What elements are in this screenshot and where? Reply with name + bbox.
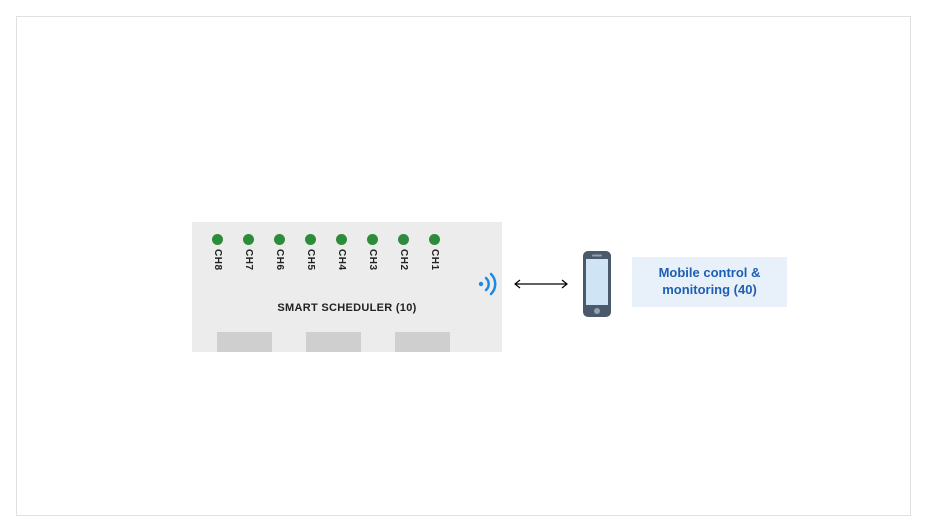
- led-icon: [398, 234, 409, 245]
- channel: CH6: [274, 234, 285, 271]
- led-icon: [212, 234, 223, 245]
- channel-label: CH4: [336, 249, 347, 271]
- bidirectional-arrow-icon: [512, 283, 570, 285]
- channel: CH4: [336, 234, 347, 271]
- channel: CH5: [305, 234, 316, 271]
- connector-slots: [217, 332, 450, 352]
- wifi-icon: [477, 272, 501, 296]
- connector-slot: [217, 332, 272, 352]
- channel-label: CH8: [212, 249, 223, 271]
- channel: CH7: [243, 234, 254, 271]
- mobile-phone-icon: [577, 249, 617, 319]
- led-icon: [305, 234, 316, 245]
- channel-label: CH2: [398, 249, 409, 271]
- channel-row: CH8 CH7 CH6 CH5 CH4 CH3: [212, 234, 440, 271]
- channel: CH1: [429, 234, 440, 271]
- scheduler-title: SMART SCHEDULER (10): [192, 302, 502, 314]
- diagram-frame: CH8 CH7 CH6 CH5 CH4 CH3: [16, 16, 911, 516]
- led-icon: [367, 234, 378, 245]
- channel-label: CH3: [367, 249, 378, 271]
- channel-label: CH5: [305, 249, 316, 271]
- channel-label: CH6: [274, 249, 285, 271]
- mobile-control-label: Mobile control & monitoring (40): [640, 265, 779, 299]
- led-icon: [274, 234, 285, 245]
- channel: CH8: [212, 234, 223, 271]
- mobile-control-label-box: Mobile control & monitoring (40): [632, 257, 787, 307]
- channel-label: CH1: [429, 249, 440, 271]
- connector-slot: [395, 332, 450, 352]
- led-icon: [429, 234, 440, 245]
- channel: CH2: [398, 234, 409, 271]
- led-icon: [243, 234, 254, 245]
- led-icon: [336, 234, 347, 245]
- connector-slot: [306, 332, 361, 352]
- channel: CH3: [367, 234, 378, 271]
- channel-label: CH7: [243, 249, 254, 271]
- smart-scheduler-device: CH8 CH7 CH6 CH5 CH4 CH3: [192, 222, 502, 352]
